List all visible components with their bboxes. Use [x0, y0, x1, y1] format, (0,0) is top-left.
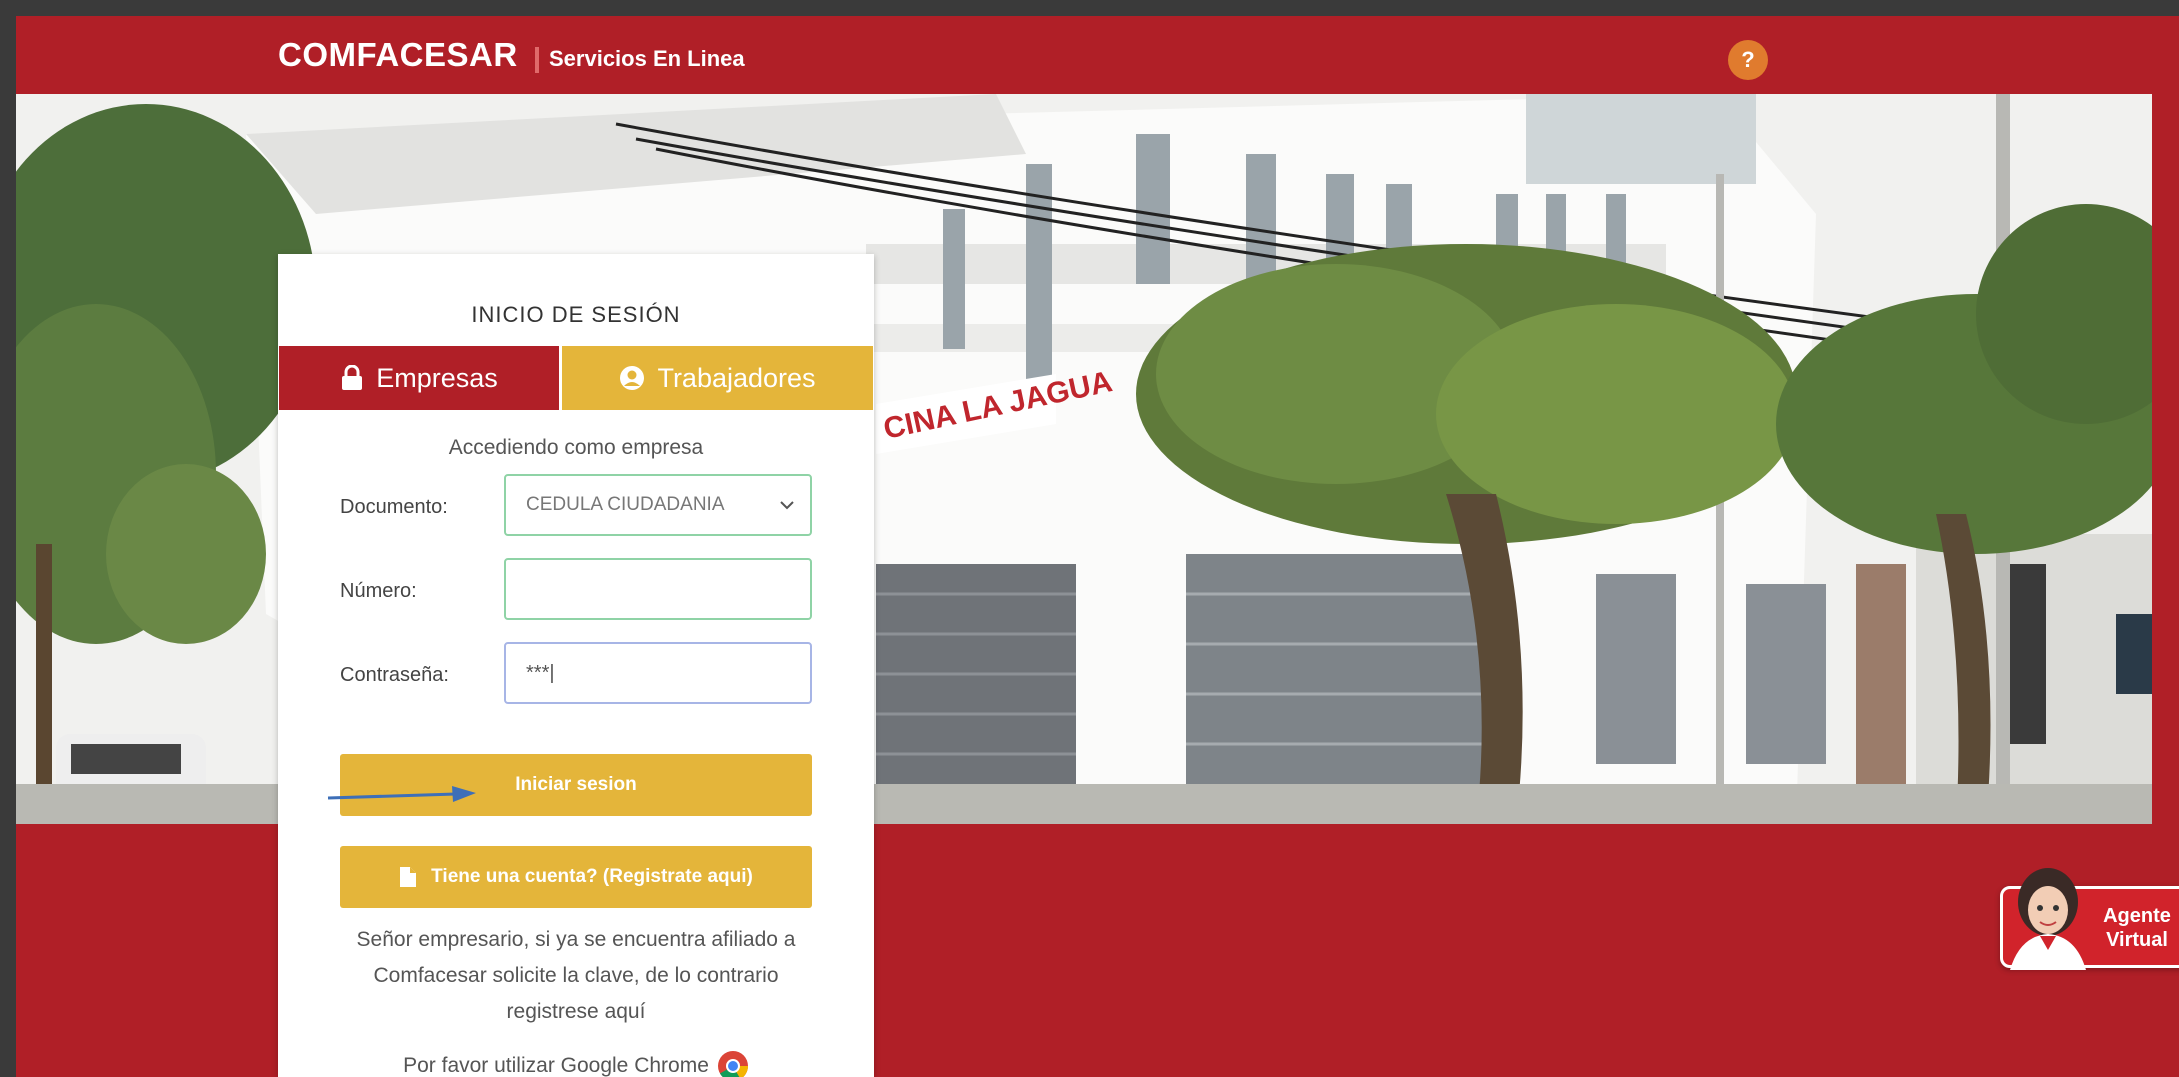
brand-logo-text[interactable]: COMFACESAR [278, 36, 518, 74]
virtual-agent-line2: Virtual [2106, 929, 2168, 951]
tab-trabajadores[interactable]: Trabajadores [562, 346, 873, 410]
tab-empresas[interactable]: Empresas [279, 346, 559, 410]
number-label: Número: [340, 580, 417, 602]
chrome-logo-icon [717, 1051, 748, 1077]
login-card: INICIO DE SESIÓN Empresas Trabajadores A… [278, 254, 874, 1077]
virtual-agent-label: Agente Virtual [2092, 904, 2179, 952]
chevron-down-icon [780, 501, 794, 510]
login-button-label: Iniciar sesion [515, 774, 637, 795]
login-title: INICIO DE SESIÓN [471, 302, 681, 327]
number-input[interactable] [504, 558, 812, 620]
document-icon [400, 867, 417, 887]
user-circle-icon [620, 366, 645, 390]
document-label: Documento: [340, 496, 448, 518]
virtual-agent-line1: Agente [2103, 905, 2171, 927]
register-button-label: Tiene una cuenta? (Registrate aqui) [431, 866, 753, 887]
chrome-recommendation: Por favor utilizar Google Chrome [278, 1050, 874, 1077]
tab-empresas-label: Empresas [376, 362, 498, 393]
password-input[interactable]: ***| [504, 642, 812, 704]
chrome-recommendation-text: Por favor utilizar Google Chrome [403, 1054, 709, 1077]
top-navbar: COMFACESAR Servicios En Linea ? [16, 16, 2179, 94]
login-subtitle: Accediendo como empresa [448, 436, 704, 459]
lock-icon [342, 365, 363, 390]
register-button[interactable]: Tiene una cuenta? (Registrate aqui) [340, 846, 812, 908]
password-value: ***| [526, 661, 555, 684]
brand-subtitle: Servicios En Linea [549, 46, 745, 71]
agent-avatar-icon [2010, 868, 2086, 970]
annotation-arrow-icon [327, 786, 476, 802]
affiliation-info-text: Señor empresario, si ya se encuentra afi… [356, 928, 796, 1023]
question-icon: ? [1741, 47, 1755, 72]
document-type-select[interactable]: CEDULA CIUDADANIA [504, 474, 812, 536]
document-type-value: CEDULA CIUDADANIA [526, 494, 725, 515]
app-frame: COMFACESAR Servicios En Linea ? CINA LA … [16, 16, 2179, 1077]
help-button[interactable]: ? [1728, 40, 1768, 80]
brand-separator [535, 47, 539, 73]
password-label: Contraseña: [340, 664, 449, 686]
virtual-agent-button[interactable]: Agente Virtual [1986, 866, 2179, 980]
tab-trabajadores-label: Trabajadores [657, 362, 816, 393]
